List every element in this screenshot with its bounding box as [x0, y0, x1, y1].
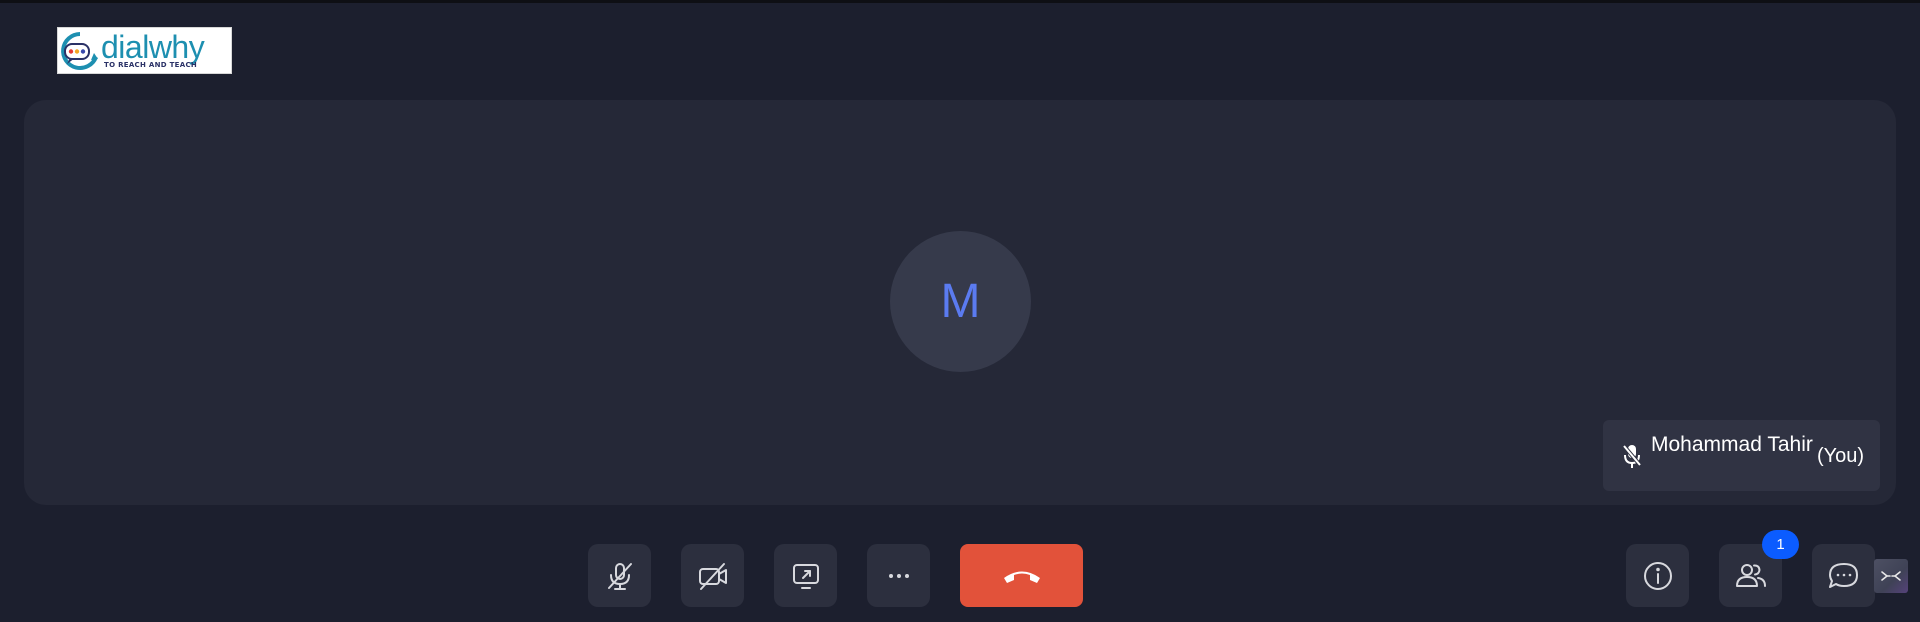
info-icon	[1643, 561, 1672, 590]
camera-off-icon	[698, 562, 727, 590]
brand-tagline: TO REACH AND TEACH	[104, 61, 198, 69]
camera-toggle-button[interactable]	[681, 544, 744, 607]
logo-text: dialwhy TO REACH AND TEACH	[101, 29, 205, 69]
end-call-button[interactable]	[960, 544, 1083, 607]
video-stage: M Mohammad Tahir (You)	[24, 100, 1896, 505]
chat-icon	[1828, 562, 1858, 588]
participants-count-badge: 1	[1762, 530, 1799, 559]
more-horizontal-icon	[888, 573, 909, 578]
participant-name-tag: Mohammad Tahir (You)	[1603, 420, 1880, 491]
chat-button[interactable]	[1812, 544, 1875, 607]
people-icon	[1735, 563, 1766, 587]
collapse-panel-button[interactable]	[1874, 559, 1908, 593]
brand-name: dialwhy	[101, 29, 205, 65]
participant-self-label: (You)	[1817, 445, 1865, 467]
brand-logo: dialwhy TO REACH AND TEACH	[57, 27, 232, 74]
participant-name: Mohammad Tahir	[1651, 433, 1813, 456]
mic-toggle-button[interactable]	[588, 544, 651, 607]
share-screen-icon	[792, 563, 819, 589]
collapse-arrows-icon	[1881, 571, 1901, 581]
muted-mic-icon	[1622, 443, 1642, 474]
participant-avatar: M	[890, 231, 1031, 372]
share-screen-button[interactable]	[774, 544, 837, 607]
phone-hangup-icon	[1003, 571, 1040, 583]
window-top-border	[0, 0, 1920, 3]
meeting-info-button[interactable]	[1626, 544, 1689, 607]
mic-off-icon	[607, 562, 632, 590]
logo-mark-icon	[61, 31, 98, 70]
more-options-button[interactable]	[867, 544, 930, 607]
avatar-initial: M	[940, 275, 981, 328]
